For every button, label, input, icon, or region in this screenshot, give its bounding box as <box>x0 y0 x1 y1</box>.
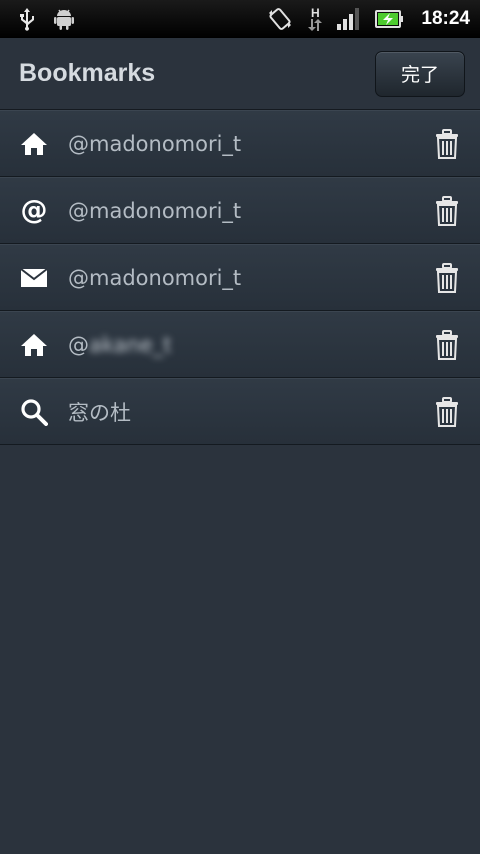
mail-icon <box>0 267 68 288</box>
bookmarks-header: Bookmarks 完了 <box>0 38 480 110</box>
home-icon <box>0 333 68 357</box>
bookmark-label: 窓の杜 <box>68 400 131 425</box>
trash-icon[interactable] <box>414 329 480 360</box>
android-debug-icon <box>54 8 74 30</box>
bookmark-label: @madonomori_t <box>68 265 242 290</box>
usb-icon <box>18 7 36 31</box>
done-button[interactable]: 完了 <box>375 50 465 97</box>
bookmark-label-prefix: @ <box>68 332 89 357</box>
mention-icon: @ <box>20 195 48 226</box>
bookmark-label: @akane_t <box>68 333 414 357</box>
bookmark-label: @madonomori_t <box>68 198 242 223</box>
status-bar: H 18:24 <box>0 0 480 38</box>
network-type-label: H <box>311 6 320 20</box>
bookmark-label: @madonomori_t <box>68 131 242 156</box>
clock-time: 18:24 <box>421 8 470 29</box>
page-title: Bookmarks <box>19 59 156 87</box>
bookmark-row[interactable]: @ @madonomori_t <box>0 177 480 244</box>
trash-icon[interactable] <box>414 396 480 427</box>
redacted-username: akane_t <box>89 332 172 357</box>
search-icon <box>0 398 68 426</box>
trash-icon[interactable] <box>414 262 480 293</box>
data-network-icon: H <box>307 7 323 31</box>
rotate-icon <box>267 7 293 31</box>
bookmark-row[interactable]: @madonomori_t <box>0 110 480 177</box>
trash-icon[interactable] <box>414 195 480 226</box>
home-icon <box>0 132 68 156</box>
trash-icon[interactable] <box>414 128 480 159</box>
bookmark-list: @madonomori_t @ @madonomori_t @madonomor… <box>0 110 480 445</box>
bookmark-row[interactable]: @madonomori_t <box>0 244 480 311</box>
bookmark-row[interactable]: 窓の杜 <box>0 378 480 445</box>
signal-icon <box>337 8 361 30</box>
battery-charging-icon <box>375 9 404 29</box>
bookmark-row[interactable]: @akane_t <box>0 311 480 378</box>
